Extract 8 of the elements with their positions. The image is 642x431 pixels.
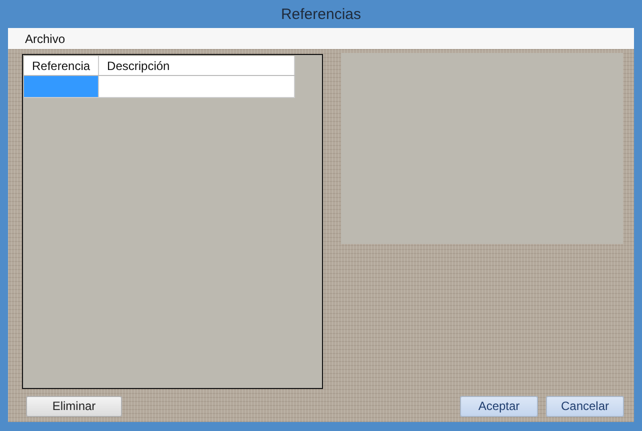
table-cell[interactable] [98,76,294,98]
column-header[interactable]: Descripción [98,56,294,76]
table-cell[interactable] [24,76,99,98]
dialog-button[interactable]: Aceptar [460,396,538,416]
dialog-button[interactable]: Cancelar [546,396,624,416]
window-title: Referencias [280,4,362,24]
delete-button[interactable]: Eliminar [26,396,122,416]
menu-item[interactable]: Archivo [18,32,72,46]
